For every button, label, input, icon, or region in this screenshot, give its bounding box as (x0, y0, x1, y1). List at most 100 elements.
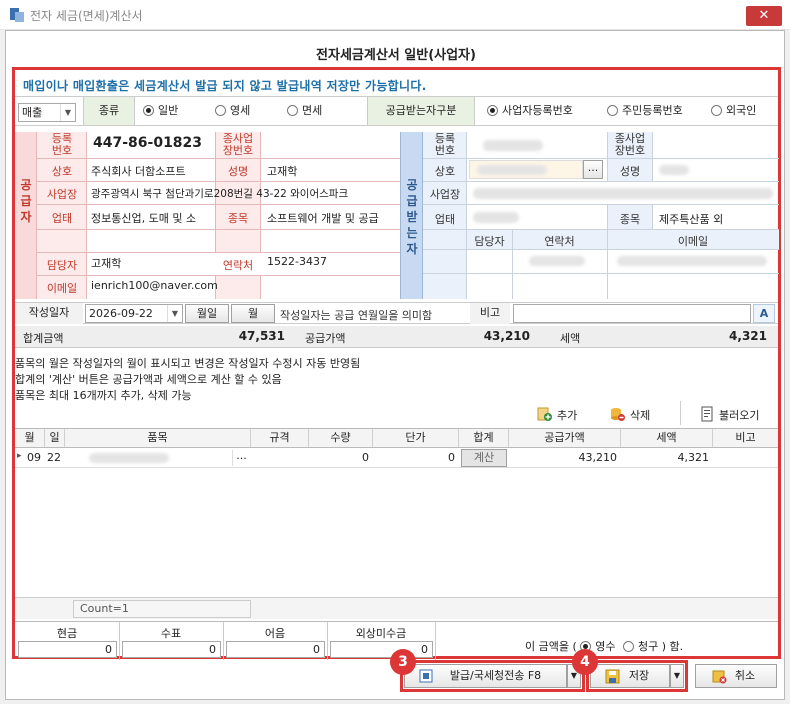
load-icon (701, 406, 713, 422)
delete-label: 삭제 (630, 409, 651, 422)
highlight-main-form: 매입이나 매입환출은 세금계산서 발급 되지 않고 발급내역 저장만 가능합니다… (12, 67, 781, 660)
receiver-radio-bizno[interactable]: 사업자등록번호 (487, 104, 573, 118)
close-icon: ✕ (758, 8, 770, 23)
date-row: 작성일자 2026-09-22 ▼ 월일 월 작성일자는 공급 연월일을 의미함 … (15, 302, 778, 324)
supplier-company-label: 상호 (51, 165, 73, 178)
row-calc-button[interactable]: 계산 (461, 449, 507, 467)
receiver-branch-label: 종사업 장번호 (614, 132, 646, 157)
receiver-item[interactable]: 제주특산품 외 (659, 211, 723, 227)
direction-select[interactable]: 매출 ▼ (18, 103, 76, 122)
kind-radio-exempt[interactable]: 면세 (287, 104, 322, 118)
date-value: 2026-09-22 (89, 307, 153, 320)
issue-icon (419, 669, 433, 683)
spellcheck-icon[interactable]: A (753, 304, 775, 323)
save-icon (605, 669, 620, 684)
receiver-email-label: 이메일 (677, 235, 709, 248)
items-grid: 월 일 품목 규격 수량 단가 합계 공급가액 세액 비고 ▸ 09 22 ..… (15, 428, 778, 619)
info-line: 품목의 월은 작성일자의 월이 표시되고 변경은 작성일자 수정시 자동 반영됨 (15, 357, 361, 370)
payment-check-input[interactable]: 0 (122, 641, 221, 658)
radio-label: 일반 (158, 104, 179, 117)
payment-check-label: 수표 (160, 627, 182, 640)
kind-radio-general[interactable]: 일반 (143, 104, 178, 118)
supplier-address[interactable]: 광주광역시 북구 첨단과기로208번길 43-22 와이어스파크 (91, 186, 397, 201)
grid-header-qty[interactable]: 수량 (309, 429, 373, 447)
supplier-manager-label: 담당자 (46, 259, 78, 272)
grid-header-spec[interactable]: 규격 (251, 429, 309, 447)
receiver-company-search-button[interactable]: ... (583, 160, 603, 179)
receiver-radio-residentno[interactable]: 주민등록번호 (607, 104, 683, 118)
receiver-block: 공급받는자 등록 번호 종사업 장번호 상호 ... 성명 사업장 업태 종목 … (400, 132, 779, 299)
chevron-down-icon: ▼ (673, 671, 681, 680)
grid-footer: Count=1 (15, 597, 778, 619)
supplier-item-label: 종목 (227, 212, 249, 225)
month-button[interactable]: 월 (231, 304, 275, 323)
grid-header-price[interactable]: 단가 (373, 429, 459, 447)
row-supply[interactable]: 43,210 (509, 451, 618, 464)
payment-credit-input[interactable]: 0 (330, 641, 433, 658)
supplier-side-label: 공급자 (20, 178, 32, 224)
supplier-phone[interactable]: 1522-3437 (267, 255, 327, 268)
grid-count: Count=1 (73, 600, 251, 618)
row-qty[interactable]: 0 (309, 451, 369, 464)
radio-label: 영세 (230, 104, 251, 117)
notice-text: 매입이나 매입환출은 세금계산서 발급 되지 않고 발급내역 저장만 가능합니다… (23, 79, 427, 93)
receiver-phone-label: 연락처 (544, 235, 575, 248)
receiver-item-label: 종목 (619, 213, 641, 226)
info-text: 품목의 월은 작성일자의 월이 표시되고 변경은 작성일자 수정시 자동 반영됨… (15, 356, 360, 404)
receiver-side-label: 공급받는자 (406, 178, 418, 256)
payment-bill-input[interactable]: 0 (226, 641, 325, 658)
claim-radio[interactable]: 청구 (623, 640, 658, 653)
grid-header-item[interactable]: 품목 (65, 429, 251, 447)
grid-header-day[interactable]: 일 (45, 429, 65, 447)
monthday-button[interactable]: 월일 (185, 304, 229, 323)
table-row[interactable]: ▸ 09 22 ... 0 0 계산 43,210 4,321 (15, 448, 778, 468)
supplier-business[interactable]: 정보통신업, 도매 및 소 (91, 210, 213, 226)
grid-header-memo[interactable]: 비고 (713, 429, 778, 447)
close-button[interactable]: ✕ (746, 6, 782, 26)
radio-label: 사업자등록번호 (502, 104, 573, 117)
supply-label: 공급가액 (305, 332, 346, 345)
radio-label: 면세 (302, 104, 323, 117)
payment-cash-input[interactable]: 0 (18, 641, 117, 658)
radio-icon (623, 641, 635, 652)
supplier-business-label: 업태 (51, 212, 73, 225)
item-search-button[interactable]: ... (232, 450, 250, 466)
memo-input[interactable] (513, 304, 751, 323)
save-button[interactable]: 저장 (590, 664, 670, 688)
receiver-radio-foreigner[interactable]: 외국인 (711, 104, 756, 118)
kind-radio-zero[interactable]: 영세 (215, 104, 250, 118)
row-month[interactable]: 09 (27, 451, 41, 464)
issue-button[interactable]: 발급/국세청전송 F8 (404, 664, 567, 688)
amount-suffix: ) 함. (661, 640, 684, 653)
supplier-ceo[interactable]: 고재학 (267, 163, 297, 179)
supplier-email[interactable]: ienrich100@naver.com (91, 279, 218, 292)
add-label: 추가 (557, 409, 578, 422)
sum-label: 합계금액 (23, 332, 64, 345)
radio-icon (487, 105, 498, 116)
supplier-regno[interactable]: 447-86-01823 (93, 135, 202, 151)
radio-label: 청구 (638, 640, 659, 653)
supplier-manager[interactable]: 고재학 (91, 255, 121, 271)
grid-header-sum[interactable]: 합계 (459, 429, 509, 447)
date-picker[interactable]: 2026-09-22 ▼ (85, 304, 183, 323)
grid-header-supply[interactable]: 공급가액 (509, 429, 621, 447)
save-dropdown-button[interactable]: ▼ (670, 664, 684, 688)
row-day[interactable]: 22 (47, 451, 61, 464)
cancel-button[interactable]: 취소 (695, 664, 777, 688)
info-line: 품목은 최대 16개까지 추가, 삭제 가능 (15, 389, 192, 402)
grid-header-tax[interactable]: 세액 (621, 429, 713, 447)
radio-icon (215, 105, 226, 116)
row-tax[interactable]: 4,321 (621, 451, 710, 464)
form-title: 전자세금계산서 일반(사업자) (316, 48, 476, 63)
kind-label: 종류 (83, 97, 135, 125)
radio-icon (607, 105, 618, 116)
row-price[interactable]: 0 (373, 451, 455, 464)
radio-icon (143, 105, 154, 116)
supplier-email-label: 이메일 (46, 282, 78, 295)
supplier-item[interactable]: 소프트웨어 개발 및 공급 (267, 210, 399, 226)
grid-header-month[interactable]: 월 (15, 429, 45, 447)
supplier-company[interactable]: 주식회사 더함소프트 (91, 163, 186, 179)
step-badge-4: 4 (572, 649, 598, 675)
direction-value: 매출 (22, 106, 43, 119)
payment-credit-label: 외상미수금 (355, 627, 407, 640)
